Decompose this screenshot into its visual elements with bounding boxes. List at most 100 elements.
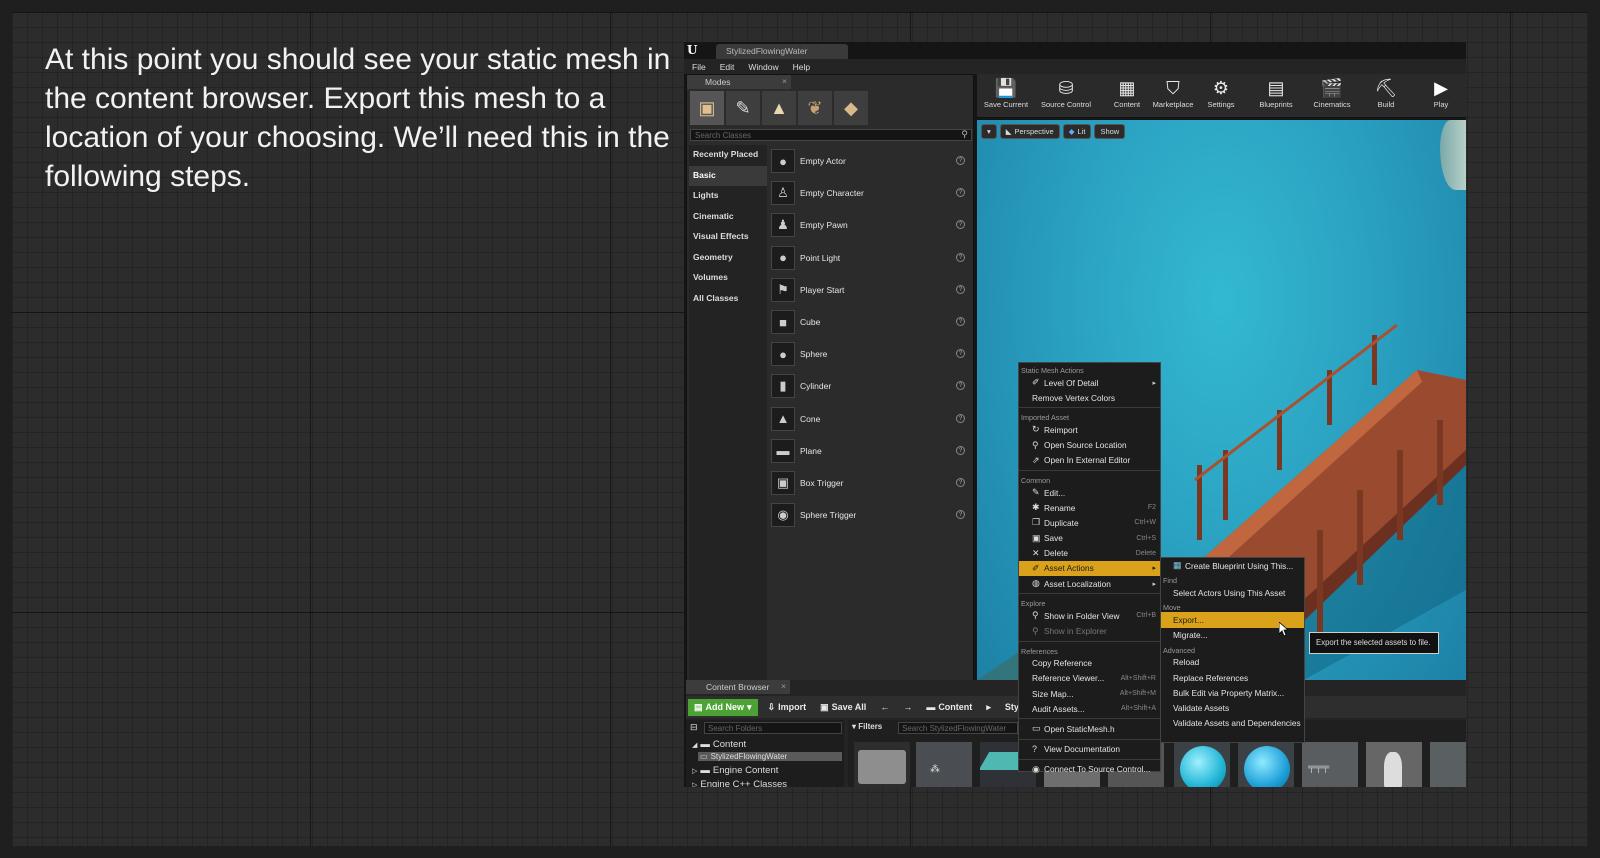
category-lights[interactable]: Lights	[689, 186, 767, 207]
asset-tile-folder[interactable]	[854, 742, 910, 787]
menu-item-show-in-explorer[interactable]: ⚲ Show in Explorer	[1019, 623, 1160, 638]
placeable-item[interactable]: ▬ Plane?	[771, 435, 971, 467]
menu-item-duplicate[interactable]: ❐ Duplicate Ctrl+W	[1019, 515, 1160, 530]
menu-item-edit[interactable]: ✎ Edit...	[1019, 485, 1160, 500]
show-button[interactable]: Show	[1094, 124, 1126, 139]
menu-item-validate-assets[interactable]: Validate Assets	[1161, 700, 1304, 715]
menu-item-remove-vertex-colors[interactable]: Remove Vertex Colors	[1019, 390, 1160, 405]
placeable-item[interactable]: ● Sphere?	[771, 338, 971, 370]
import-button[interactable]: ⇩ Import	[764, 702, 811, 713]
source-control-button[interactable]: ⛁ Source Control	[1035, 76, 1097, 116]
path-content[interactable]: ▬ Content	[922, 702, 976, 712]
menu-item-open-source-location[interactable]: ⚲ Open Source Location	[1019, 438, 1160, 453]
sources-toggle-icon[interactable]: ⊟	[690, 722, 698, 733]
help-icon[interactable]: ?	[956, 188, 965, 198]
place-mode-icon[interactable]: ▣	[690, 91, 724, 125]
menu-item-create-blueprint[interactable]: ▦ Create Blueprint Using This...	[1161, 558, 1304, 573]
perspective-button[interactable]: ◣ Perspective	[999, 124, 1060, 139]
category-recently-placed[interactable]: Recently Placed	[689, 145, 767, 166]
tree-item-engine-cpp[interactable]: ▷ Engine C++ Classes	[692, 779, 787, 787]
menu-item-select-actors[interactable]: Select Actors Using This Asset	[1161, 585, 1304, 600]
help-icon[interactable]: ?	[956, 316, 965, 326]
content-browser-tab[interactable]: Content Browser ×	[686, 680, 790, 694]
search-classes-input[interactable]: Search Classes ⚲	[690, 129, 972, 141]
menu-item-audit-assets[interactable]: Audit Assets... Alt+Shift+A	[1019, 701, 1160, 716]
help-icon[interactable]: ?	[956, 284, 965, 294]
add-new-button[interactable]: ▤ Add New ▾	[688, 698, 758, 716]
blueprints-button[interactable]: ▤ Blueprints	[1253, 76, 1299, 116]
menu-item-open-staticmesh-h[interactable]: ▭ Open StaticMesh.h	[1019, 721, 1160, 736]
landscape-mode-icon[interactable]: ▲	[762, 91, 796, 125]
placeable-item[interactable]: ▲ Cone?	[771, 403, 971, 435]
foliage-mode-icon[interactable]: ❦	[798, 91, 832, 125]
play-button[interactable]: ▶ Play	[1421, 76, 1461, 116]
cinematics-button[interactable]: 🎬 Cinematics	[1307, 76, 1357, 116]
menu-item-reimport[interactable]: ↻ Reimport	[1019, 422, 1160, 437]
help-icon[interactable]: ?	[956, 252, 965, 262]
viewport-options-button[interactable]: ▾	[981, 124, 997, 139]
category-geometry[interactable]: Geometry	[689, 248, 767, 269]
help-icon[interactable]: ?	[956, 220, 965, 230]
menu-item-delete[interactable]: ✕ Delete Delete	[1019, 546, 1160, 561]
placeable-item[interactable]: ■ Cube?	[771, 306, 971, 338]
help-icon[interactable]: ?	[956, 510, 965, 520]
asset-tile[interactable]	[1366, 742, 1422, 787]
search-folders-input[interactable]: Search Folders	[704, 722, 842, 734]
menu-item-reference-viewer[interactable]: Reference Viewer... Alt+Shift+R	[1019, 671, 1160, 686]
menu-file[interactable]: File	[692, 62, 706, 72]
asset-tile[interactable]	[1174, 742, 1230, 787]
menu-item-show-in-folder-view[interactable]: ⚲ Show in Folder View Ctrl+B	[1019, 608, 1160, 623]
menu-item-copy-reference[interactable]: Copy Reference	[1019, 656, 1160, 671]
category-volumes[interactable]: Volumes	[689, 268, 767, 289]
menu-help[interactable]: Help	[793, 62, 810, 72]
build-button[interactable]: ⛏ Build	[1369, 76, 1403, 116]
help-icon[interactable]: ?	[956, 477, 965, 487]
tree-item-stylized-flowing-water[interactable]: ▭ StylizedFlowingWater	[698, 752, 842, 761]
asset-tile[interactable]: ╤╤╤	[1302, 742, 1358, 787]
content-button[interactable]: ▦ Content	[1105, 76, 1149, 116]
menu-item-connect-source-control[interactable]: ◉ Connect To Source Control...	[1019, 762, 1160, 777]
menu-item-validate-dependencies[interactable]: Validate Assets and Dependencies	[1161, 716, 1304, 731]
close-icon[interactable]: ×	[782, 76, 787, 86]
menu-edit[interactable]: Edit	[720, 62, 735, 72]
menu-item-asset-localization[interactable]: ◍ Asset Localization ▸	[1019, 576, 1160, 591]
placeable-item[interactable]: ● Empty Actor?	[771, 145, 971, 177]
marketplace-button[interactable]: ⛉ Marketplace	[1149, 76, 1197, 116]
asset-tile[interactable]	[1238, 742, 1294, 787]
menu-item-rename[interactable]: ✱ Rename F2	[1019, 500, 1160, 515]
category-cinematic[interactable]: Cinematic	[689, 207, 767, 228]
tree-item-content[interactable]: ◢ ▬ Content	[692, 739, 746, 750]
placeable-item[interactable]: ◉ Sphere Trigger?	[771, 499, 971, 531]
forward-button[interactable]: →	[899, 702, 916, 712]
search-assets-input[interactable]: Search StylizedFlowingWater	[898, 722, 1018, 734]
menu-item-reload[interactable]: Reload	[1161, 655, 1304, 670]
placeable-item[interactable]: ● Point Light?	[771, 242, 971, 274]
modes-tab[interactable]: Modes ×	[687, 75, 791, 89]
settings-button[interactable]: ⚙ Settings	[1201, 76, 1241, 116]
save-all-button[interactable]: ▣ Save All	[816, 702, 870, 713]
menu-item-open-external-editor[interactable]: ⇗ Open In External Editor	[1019, 453, 1160, 468]
placeable-item[interactable]: ♟ Empty Pawn?	[771, 209, 971, 241]
close-icon[interactable]: ×	[781, 681, 786, 691]
menu-item-view-documentation[interactable]: ? View Documentation	[1019, 742, 1160, 757]
category-all-classes[interactable]: All Classes	[689, 289, 767, 310]
menu-item-size-map[interactable]: Size Map... Alt+Shift+M	[1019, 686, 1160, 701]
category-visual-effects[interactable]: Visual Effects	[689, 227, 767, 248]
menu-item-replace-references[interactable]: Replace References	[1161, 670, 1304, 685]
menu-item-level-of-detail[interactable]: ✐ Level Of Detail ▸	[1019, 375, 1160, 390]
placeable-item[interactable]: ▮ Cylinder?	[771, 370, 971, 402]
menu-item-asset-actions[interactable]: ✐ Asset Actions ▸	[1019, 560, 1160, 577]
category-basic[interactable]: Basic	[689, 165, 767, 186]
menu-item-save[interactable]: ▣ Save Ctrl+S	[1019, 531, 1160, 546]
asset-tile[interactable]: ⁂	[916, 742, 972, 787]
menu-item-bulk-edit[interactable]: Bulk Edit via Property Matrix...	[1161, 685, 1304, 700]
placeable-item[interactable]: ▣ Box Trigger?	[771, 467, 971, 499]
help-icon[interactable]: ?	[956, 156, 965, 165]
filters-button[interactable]: ▾ Filters	[852, 722, 882, 731]
lit-button[interactable]: ◆ Lit	[1062, 124, 1092, 139]
help-icon[interactable]: ?	[956, 349, 965, 359]
placeable-item[interactable]: ♙ Empty Character?	[771, 177, 971, 209]
asset-tile[interactable]	[1430, 742, 1466, 787]
tree-item-engine-content[interactable]: ▷ ▬ Engine Content	[692, 765, 778, 776]
help-icon[interactable]: ?	[956, 381, 965, 391]
